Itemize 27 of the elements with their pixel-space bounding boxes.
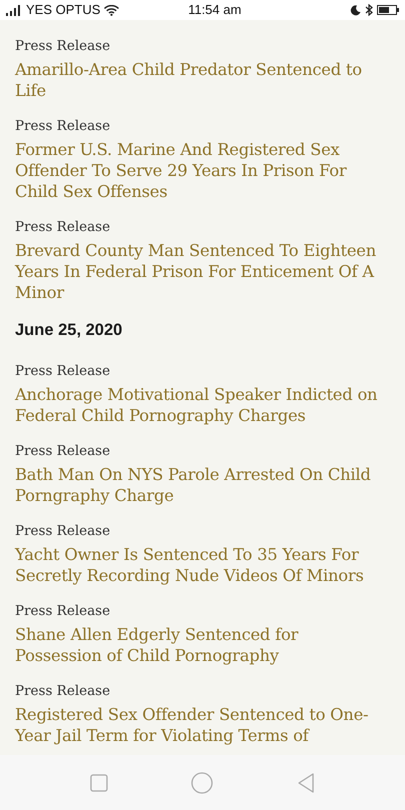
date-heading: June 25, 2020 — [15, 320, 124, 341]
article-link[interactable]: Brevard County Man Sentenced To Eighteen Years In Federal Prison For Enticement Of A Minor — [15, 240, 381, 303]
category-label: Press Release — [15, 682, 112, 701]
category-label: Press Release — [15, 362, 112, 381]
article-link[interactable]: Yacht Owner Is Sentenced To 35 Years For Secretly Recording Nude Videos Of Minors — [15, 544, 381, 586]
back-button[interactable] — [297, 772, 316, 792]
category-label: Press Release — [15, 522, 112, 541]
clock-time: 11:54 am — [188, 1, 242, 20]
recent-apps-button[interactable] — [90, 774, 108, 792]
carrier-name: YES OPTUS — [26, 1, 100, 20]
article-link[interactable]: Bath Man On NYS Parole Arrested On Child Porngraphy Charge — [15, 464, 381, 506]
article-link[interactable]: Amarillo-Area Child Predator Sentenced to Life — [15, 59, 381, 101]
article-link[interactable]: Registered Sex Offender Sentenced to One-Year Jail Term for Violating Terms of — [15, 704, 381, 746]
article-link[interactable]: Anchorage Motivational Speaker Indicted on Federal Child Pornography Charges — [15, 384, 381, 426]
article-link[interactable]: Shane Allen Edgerly Sentenced for Possession of Child Pornography — [15, 624, 381, 666]
wifi-icon — [104, 4, 120, 16]
article-link[interactable]: Former U.S. Marine And Registered Sex Offender To Serve 29 Years In Prison For Child Sex Offenses — [15, 139, 381, 202]
category-label: Press Release — [15, 117, 112, 136]
category-label: Press Release — [15, 218, 112, 237]
category-label: Press Release — [15, 37, 112, 56]
bluetooth-icon — [364, 4, 373, 16]
category-label: Press Release — [15, 442, 112, 461]
moon-icon — [350, 4, 361, 16]
home-button[interactable] — [191, 772, 214, 794]
category-label: Press Release — [15, 602, 112, 621]
signal-icon — [6, 4, 22, 16]
battery-icon — [376, 5, 399, 15]
